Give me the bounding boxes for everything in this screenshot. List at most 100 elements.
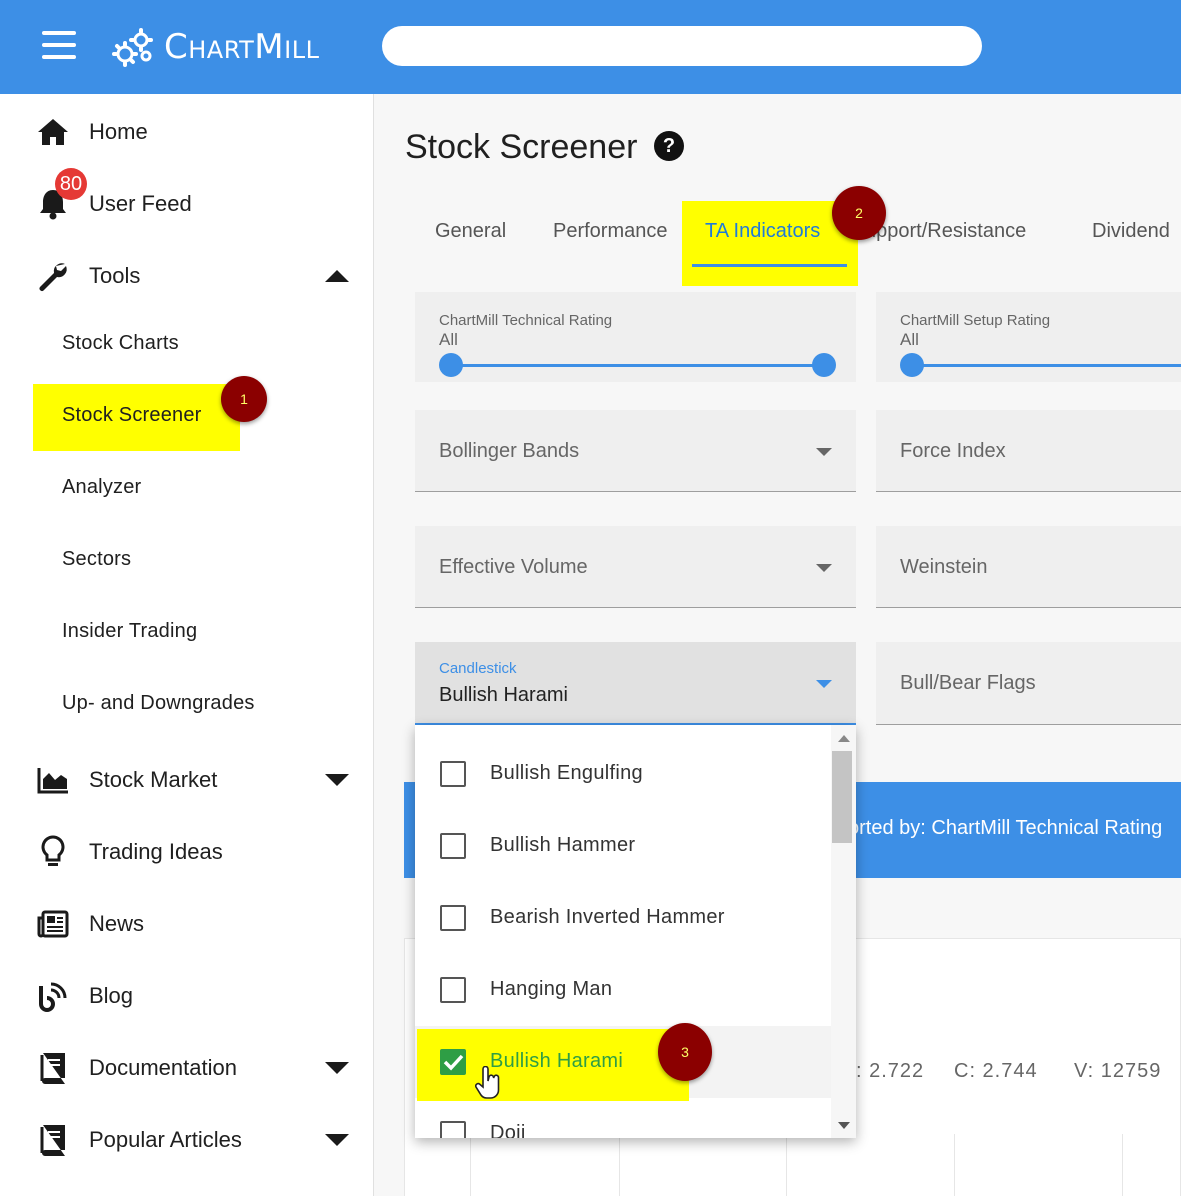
- blog-icon: [36, 979, 70, 1013]
- chart-gridline: [786, 1134, 787, 1196]
- option-label: Doji: [490, 1122, 526, 1138]
- dropdown-option-doji[interactable]: Doji: [415, 1098, 831, 1138]
- checkbox[interactable]: [440, 833, 466, 859]
- technical-rating-slider[interactable]: ChartMill Technical Rating All: [415, 292, 856, 382]
- weinstein-select[interactable]: Weinstein: [876, 526, 1181, 608]
- chevron-down-icon[interactable]: [325, 1133, 349, 1147]
- book-icon: [36, 1123, 70, 1157]
- select-label: Force Index: [900, 440, 1006, 462]
- home-icon: [36, 115, 70, 149]
- slider-max-handle[interactable]: [812, 353, 836, 377]
- help-icon[interactable]: ?: [654, 131, 684, 161]
- sidebar-item-label: Trading Ideas: [89, 839, 223, 864]
- chart-gridline: [954, 1134, 955, 1196]
- bull-bear-flags-select[interactable]: Bull/Bear Flags: [876, 642, 1181, 725]
- setup-rating-label: ChartMill Setup Rating: [900, 312, 1051, 329]
- select-label: Bollinger Bands: [439, 440, 580, 462]
- force-index-select[interactable]: Force Index: [876, 410, 1181, 492]
- chevron-down-icon[interactable]: [325, 773, 349, 787]
- tab-dividend[interactable]: Dividend: [1092, 220, 1170, 243]
- dropdown-option-bullish-engulfing[interactable]: Bullish Engulfing: [415, 738, 831, 810]
- option-label: Bullish Hammer: [490, 834, 636, 856]
- sidebar-item-popular-articles[interactable]: Popular Articles: [0, 1110, 374, 1170]
- sidebar-item-label: Popular Articles: [89, 1127, 242, 1152]
- checkbox[interactable]: [440, 761, 466, 787]
- dropdown-option-bullish-hammer[interactable]: Bullish Hammer: [415, 810, 831, 882]
- sidebar-item-documentation[interactable]: Documentation: [0, 1038, 374, 1098]
- tab-performance[interactable]: Performance: [553, 220, 668, 243]
- sidebar-subitem-up-downgrades[interactable]: Up- and Downgrades: [0, 673, 374, 733]
- technical-rating-label: ChartMill Technical Rating: [439, 312, 613, 329]
- sidebar: Home User Feed Tools Stock Charts Stock …: [0, 94, 374, 1196]
- slider-track: [912, 364, 1181, 367]
- tab-ta-indicators[interactable]: TA Indicators: [705, 220, 820, 243]
- scroll-up-icon[interactable]: [838, 735, 850, 742]
- slider-min-handle[interactable]: [439, 353, 463, 377]
- effective-volume-select[interactable]: Effective Volume: [415, 526, 856, 608]
- sidebar-item-home[interactable]: Home: [0, 102, 374, 162]
- page-title: Stock Screener: [405, 128, 638, 166]
- checkbox[interactable]: [440, 905, 466, 931]
- candlestick-select[interactable]: Candlestick Bullish Harami: [415, 642, 856, 725]
- sidebar-item-label: Documentation: [89, 1055, 237, 1080]
- logo[interactable]: ChartMill: [110, 22, 319, 72]
- chart-gridline: [1122, 1134, 1123, 1196]
- select-label: Weinstein: [900, 556, 988, 578]
- chevron-up-icon[interactable]: [325, 269, 349, 283]
- dropdown-option-hanging-man[interactable]: Hanging Man: [415, 954, 831, 1026]
- hand-pointer-icon: [475, 1066, 500, 1099]
- dropdown-arrow-icon: [816, 680, 832, 688]
- logo-text: ChartMill: [164, 27, 320, 67]
- sidebar-item-label: User Feed: [89, 191, 192, 216]
- checkmark-icon: [443, 1054, 464, 1071]
- area-chart-icon: [36, 763, 70, 797]
- scroll-down-icon[interactable]: [838, 1122, 850, 1129]
- wrench-icon: [36, 259, 70, 293]
- checkbox[interactable]: [440, 977, 466, 1003]
- chevron-down-icon[interactable]: [325, 1061, 349, 1075]
- dropdown-option-bearish-inverted-hammer[interactable]: Bearish Inverted Hammer: [415, 882, 831, 954]
- step-badge-1: 1: [221, 376, 267, 422]
- sidebar-item-news[interactable]: News: [0, 894, 374, 954]
- setup-rating-value: All: [900, 330, 919, 349]
- scrollbar-thumb[interactable]: [832, 751, 852, 843]
- sidebar-item-label: Stock Market: [89, 767, 218, 792]
- active-tab-indicator: [692, 264, 847, 267]
- setup-rating-slider[interactable]: ChartMill Setup Rating All: [876, 292, 1181, 382]
- sidebar-subitem-insider-trading[interactable]: Insider Trading: [0, 601, 374, 661]
- dropdown-arrow-icon: [816, 448, 832, 456]
- checkbox-checked[interactable]: [440, 1049, 466, 1075]
- slider-min-handle[interactable]: [900, 353, 924, 377]
- step-badge-3: 3: [658, 1023, 712, 1081]
- ohlc-close: C: 2.744: [954, 1060, 1038, 1082]
- tab-general[interactable]: General: [435, 220, 506, 243]
- search-input[interactable]: [382, 26, 982, 66]
- book-icon: [36, 1051, 70, 1085]
- sidebar-item-trading-ideas[interactable]: Trading Ideas: [0, 822, 374, 882]
- dropdown-option-bullish-harami[interactable]: Bullish Harami 3: [415, 1023, 831, 1101]
- sidebar-subitem-analyzer[interactable]: Analyzer: [0, 457, 374, 517]
- sidebar-subitem-sectors[interactable]: Sectors: [0, 529, 374, 589]
- select-label: Bull/Bear Flags: [900, 672, 1036, 694]
- chart-gridline: [619, 1134, 620, 1196]
- checkbox[interactable]: [440, 1121, 466, 1138]
- top-bar: ChartMill: [0, 0, 1181, 94]
- sidebar-subitem-label: Up- and Downgrades: [62, 691, 255, 714]
- menu-icon[interactable]: [42, 31, 76, 61]
- bollinger-bands-select[interactable]: Bollinger Bands: [415, 410, 856, 492]
- option-label: Hanging Man: [490, 978, 613, 1000]
- sidebar-subitem-stock-charts[interactable]: Stock Charts: [0, 313, 374, 373]
- sidebar-subitem-label: Analyzer: [62, 475, 142, 498]
- sidebar-item-stock-market[interactable]: Stock Market: [0, 750, 374, 810]
- newspaper-icon: [36, 907, 70, 941]
- candlestick-label: Candlestick: [439, 660, 517, 677]
- sidebar-item-tools[interactable]: Tools: [0, 246, 374, 306]
- candlestick-dropdown-menu: Bullish Engulfing Bullish Hammer Bearish…: [415, 725, 856, 1138]
- sidebar-item-label: Blog: [89, 983, 134, 1008]
- sidebar-item-blog[interactable]: Blog: [0, 966, 374, 1026]
- option-label: Bullish Harami: [490, 1050, 624, 1072]
- sorted-by-label[interactable]: orted by: ChartMill Technical Rating: [848, 817, 1162, 840]
- notification-badge: 80: [55, 168, 87, 200]
- sidebar-subitem-stock-screener[interactable]: Stock Screener: [0, 385, 374, 445]
- tab-support-resistance[interactable]: upport/Resistance: [865, 220, 1026, 243]
